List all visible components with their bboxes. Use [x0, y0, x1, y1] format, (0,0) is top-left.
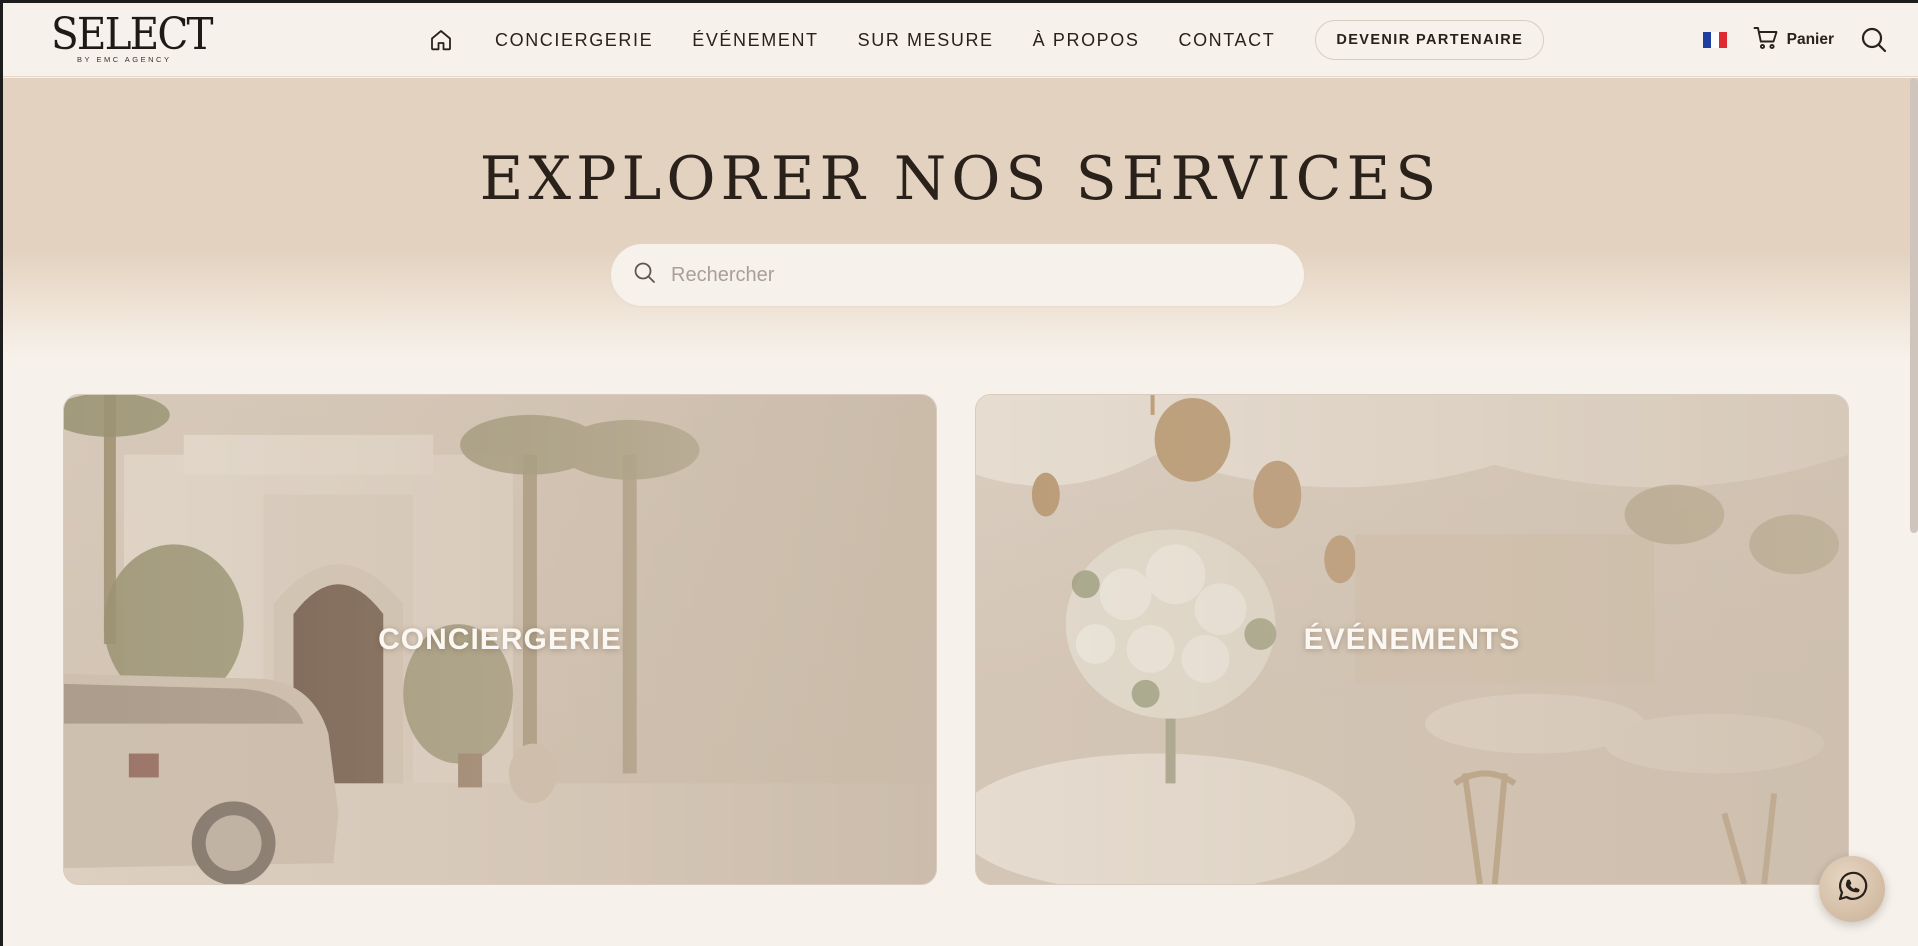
service-card-conciergerie[interactable]: CONCIERGERIE	[63, 394, 937, 885]
hero-section: EXPLORER NOS SERVICES	[3, 78, 1918, 358]
page-scrollbar[interactable]	[1910, 78, 1918, 533]
nav-link-contact[interactable]: CONTACT	[1178, 30, 1275, 51]
main-nav: CONCIERGERIE ÉVÉNEMENT SUR MESURE À PROP…	[427, 3, 1545, 77]
nav-link-a-propos[interactable]: À PROPOS	[1033, 30, 1140, 51]
cart-label: Panier	[1786, 31, 1834, 48]
service-card-evenements[interactable]: ÉVÉNEMENTS	[975, 394, 1849, 885]
home-icon[interactable]	[427, 26, 455, 54]
nav-link-conciergerie[interactable]: CONCIERGERIE	[495, 30, 653, 51]
nav-link-evenement[interactable]: ÉVÉNEMENT	[692, 30, 818, 51]
header-actions: Panier	[1702, 3, 1888, 77]
logo-wordmark: SELECT	[51, 9, 213, 60]
cart-button[interactable]: Panier	[1753, 26, 1834, 55]
cart-icon	[1753, 26, 1779, 55]
logo[interactable]: SELECT BY EMC AGENCY	[51, 9, 213, 68]
card-label-conciergerie: CONCIERGERIE	[378, 622, 622, 656]
search-input[interactable]	[671, 263, 1271, 287]
site-header: SELECT BY EMC AGENCY CONCIERGERIE ÉVÉNEM…	[3, 3, 1918, 77]
card-label-evenements: ÉVÉNEMENTS	[1303, 622, 1521, 656]
whatsapp-chat-button[interactable]	[1819, 856, 1885, 922]
service-search-bar[interactable]	[611, 244, 1304, 306]
search-icon[interactable]	[1860, 26, 1888, 54]
become-partner-button[interactable]: DEVENIR PARTENAIRE	[1315, 20, 1545, 60]
nav-link-sur-mesure[interactable]: SUR MESURE	[858, 30, 994, 51]
whatsapp-icon	[1835, 870, 1869, 909]
page-title: EXPLORER NOS SERVICES	[479, 144, 1442, 214]
fr-flag-icon[interactable]	[1702, 32, 1727, 48]
search-icon	[633, 261, 657, 290]
